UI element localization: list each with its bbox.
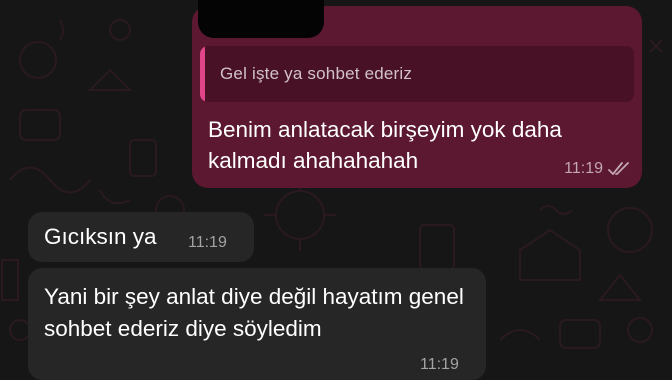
incoming-message-bubble[interactable]: Gıcıksın ya 11:19 (28, 212, 254, 262)
double-check-icon (608, 162, 630, 176)
quote-accent-bar (200, 46, 205, 102)
incoming-message-time: 11:19 (420, 356, 459, 373)
incoming-message-text: Yani bir şey anlat diye değil hayatım ge… (44, 284, 464, 341)
incoming-message-text: Gıcıksın ya (44, 224, 157, 249)
outgoing-message-time: 11:19 (564, 160, 603, 177)
quoted-reply[interactable]: Gel işte ya sohbet ederiz (200, 46, 634, 102)
incoming-message-bubble[interactable]: Yani bir şey anlat diye değil hayatım ge… (28, 268, 486, 380)
outgoing-message-meta: 11:19 (564, 160, 630, 178)
redacted-area (198, 0, 324, 38)
quoted-message-text: Gel işte ya sohbet ederiz (220, 64, 413, 83)
incoming-message-time: 11:19 (188, 234, 227, 251)
